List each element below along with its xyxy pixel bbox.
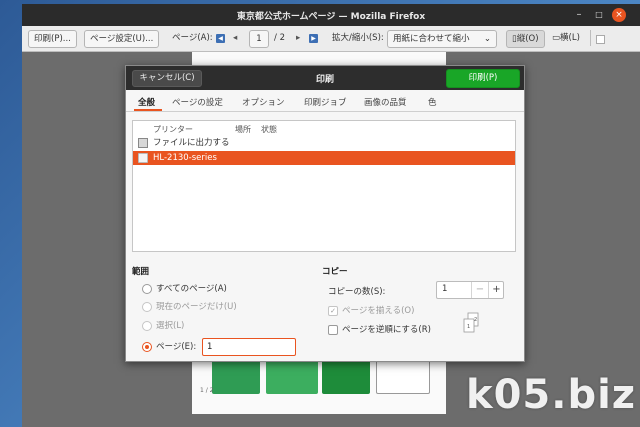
landscape-label: 横(L) bbox=[560, 33, 580, 43]
banner-image bbox=[212, 360, 260, 394]
landscape-button[interactable]: ▭横(L) bbox=[552, 30, 580, 48]
minimize-icon[interactable]: – bbox=[572, 8, 586, 22]
page-label: ページ(A): bbox=[172, 33, 213, 43]
minus-icon[interactable]: − bbox=[471, 282, 488, 298]
printer-row-hl2130[interactable]: HL-2130-series bbox=[133, 151, 515, 165]
column-status: 状態 bbox=[261, 125, 277, 134]
tab-options[interactable]: オプション bbox=[242, 96, 285, 108]
preview-page-number: 1 / 2 bbox=[200, 387, 214, 394]
maximize-icon[interactable]: □ bbox=[592, 8, 606, 22]
prev-page-icon[interactable]: ◂ bbox=[233, 30, 237, 48]
copies-stepper[interactable]: 1 − + bbox=[436, 281, 504, 299]
tab-color[interactable]: 色 bbox=[428, 96, 437, 108]
column-printer: プリンター bbox=[153, 125, 193, 134]
portrait-button[interactable]: ▯縦(O) bbox=[506, 30, 545, 48]
close-icon[interactable]: × bbox=[612, 8, 626, 22]
printer-name: ファイルに出力する bbox=[153, 138, 230, 148]
radio-circle bbox=[142, 321, 152, 331]
column-location: 場所 bbox=[235, 125, 251, 134]
print-preview-toolbar: 印刷(P)... ページ設定(U)... ページ(A): ◀ ◂ 1 / 2 ▸… bbox=[22, 26, 640, 52]
watermark: k05.biz bbox=[466, 372, 637, 418]
collate-icon: 2 1 bbox=[463, 312, 479, 333]
printer-list[interactable]: プリンター 場所 状態 ファイルに出力する HL-2130-series bbox=[132, 120, 516, 252]
pages-input[interactable]: 1 bbox=[202, 338, 296, 356]
zoom-label: 拡大/縮小(S): bbox=[332, 33, 384, 43]
banner-image bbox=[376, 360, 430, 394]
toolbar-print-button[interactable]: 印刷(P)... bbox=[28, 30, 77, 48]
print-button[interactable]: 印刷(P) bbox=[446, 69, 520, 88]
zoom-select[interactable]: 用紙に合わせて縮小 ⌄ bbox=[387, 30, 497, 48]
printer-row-file[interactable]: ファイルに出力する bbox=[133, 136, 515, 150]
copies-label: コピーの数(S): bbox=[328, 287, 386, 297]
range-title: 範囲 bbox=[132, 267, 150, 277]
toolbar-divider bbox=[590, 30, 591, 46]
first-page-icon[interactable]: ◀ bbox=[216, 34, 225, 43]
file-icon bbox=[138, 138, 148, 148]
radio-label: ページ(E): bbox=[156, 342, 197, 352]
printer-icon bbox=[138, 153, 148, 163]
portrait-label: 縦(O) bbox=[516, 34, 539, 44]
copies-title: コピー bbox=[322, 267, 348, 277]
window-titlebar: 東京都公式ホームページ — Mozilla Firefox – □ × bbox=[22, 4, 640, 26]
radio-label: すべてのページ(A) bbox=[156, 284, 227, 294]
zoom-select-value: 用紙に合わせて縮小 bbox=[393, 34, 470, 44]
dialog-header: キャンセル(C) 印刷 印刷(P) bbox=[126, 66, 524, 90]
radio-label: 現在のページだけ(U) bbox=[156, 302, 237, 312]
tab-page-setup[interactable]: ページの設定 bbox=[172, 96, 223, 108]
reverse-label: ページを逆順にする(R) bbox=[342, 325, 431, 335]
plus-icon[interactable]: + bbox=[488, 282, 504, 298]
chevron-down-icon: ⌄ bbox=[483, 34, 491, 44]
collate-label: ページを揃える(O) bbox=[342, 306, 415, 316]
reverse-checkbox[interactable] bbox=[328, 325, 338, 335]
page-number-input[interactable]: 1 bbox=[249, 30, 269, 48]
landscape-icon: ▭ bbox=[552, 33, 561, 43]
copies-value[interactable]: 1 bbox=[442, 284, 447, 294]
radio-circle bbox=[142, 284, 152, 294]
radio-circle bbox=[142, 302, 152, 312]
print-dialog: キャンセル(C) 印刷 印刷(P) 全般 ページの設定 オプション 印刷ジョブ … bbox=[125, 65, 525, 362]
banner-image bbox=[322, 360, 370, 394]
page-total: / 2 bbox=[274, 33, 285, 43]
dialog-tabs: 全般 ページの設定 オプション 印刷ジョブ 画像の品質 色 bbox=[126, 90, 524, 112]
radio-circle bbox=[142, 342, 152, 352]
radio-label: 選択(L) bbox=[156, 321, 185, 331]
active-tab-indicator bbox=[134, 109, 162, 111]
window-title: 東京都公式ホームページ — Mozilla Firefox bbox=[236, 12, 426, 22]
svg-text:1: 1 bbox=[467, 324, 470, 330]
simplify-checkbox[interactable] bbox=[596, 35, 605, 44]
banner-image bbox=[266, 360, 318, 394]
printer-name: HL-2130-series bbox=[153, 153, 217, 163]
tab-print-job[interactable]: 印刷ジョブ bbox=[304, 96, 347, 108]
page-setup-button[interactable]: ページ設定(U)... bbox=[84, 30, 160, 48]
tab-image-quality[interactable]: 画像の品質 bbox=[364, 96, 407, 108]
svg-text:2: 2 bbox=[474, 317, 477, 323]
collate-checkbox[interactable]: ✓ bbox=[328, 306, 338, 316]
tab-general[interactable]: 全般 bbox=[138, 96, 155, 108]
next-page-icon[interactable]: ▸ bbox=[296, 30, 300, 48]
last-page-icon[interactable]: ▶ bbox=[309, 34, 318, 43]
